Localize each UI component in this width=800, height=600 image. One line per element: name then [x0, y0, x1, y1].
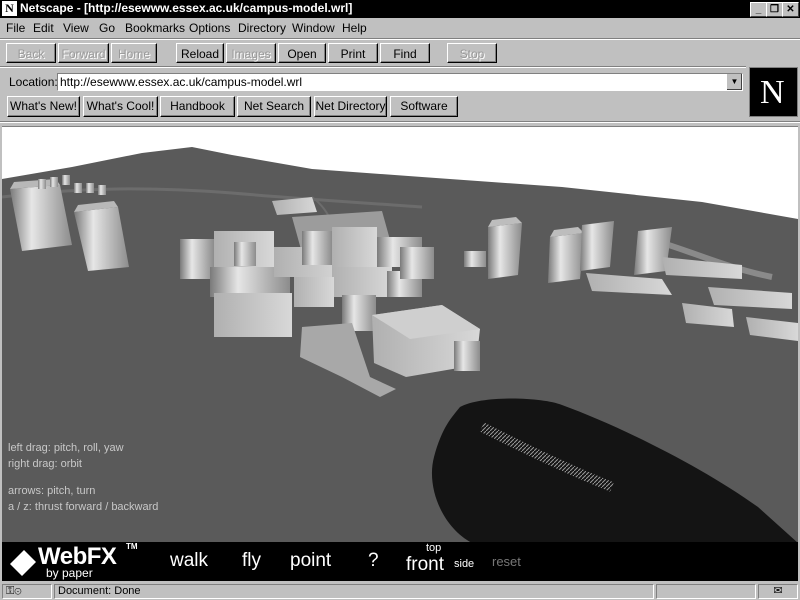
back-button[interactable]: Back: [6, 43, 56, 63]
webfx-by: by paper: [46, 566, 93, 580]
webfx-control-bar: WebFX TM by paper walk fly point ? top f…: [2, 542, 798, 581]
images-button[interactable]: Images: [226, 43, 276, 63]
minimize-icon[interactable]: _: [750, 2, 767, 17]
net-directory-button[interactable]: Net Directory: [314, 96, 387, 117]
menu-bookmarks[interactable]: Bookmarks: [125, 21, 185, 35]
vrml-viewport[interactable]: left drag: pitch, roll, yaw right drag: …: [2, 126, 798, 543]
webfx-logo-icon: [10, 550, 36, 576]
reload-button[interactable]: Reload: [176, 43, 224, 63]
building-tower: [580, 221, 614, 271]
menu-go[interactable]: Go: [99, 21, 115, 35]
print-button[interactable]: Print: [328, 43, 378, 63]
netscape-logo-letter: N: [760, 74, 785, 111]
help-text: arrows: pitch, turn: [8, 485, 96, 497]
location-label: Location:: [9, 75, 58, 89]
menu-help[interactable]: Help: [342, 21, 367, 35]
webfx-tm: TM: [126, 542, 138, 551]
menu-file[interactable]: File: [6, 21, 25, 35]
divider: [0, 121, 800, 123]
forward-button[interactable]: Forward: [58, 43, 109, 63]
handbook-button[interactable]: Handbook: [160, 96, 235, 117]
top-view-button[interactable]: top: [426, 542, 441, 554]
location-input[interactable]: [60, 75, 720, 89]
security-key-icon[interactable]: ⚿⊙: [2, 584, 52, 599]
walk-button[interactable]: walk: [170, 550, 208, 572]
software-button[interactable]: Software: [390, 96, 458, 117]
menu-edit[interactable]: Edit: [33, 21, 54, 35]
find-button[interactable]: Find: [380, 43, 430, 63]
title-bar[interactable]: N Netscape - [http://esewww.essex.ac.uk/…: [0, 0, 800, 18]
front-view-button[interactable]: front: [406, 554, 444, 576]
net-search-button[interactable]: Net Search: [237, 96, 311, 117]
open-button[interactable]: Open: [278, 43, 326, 63]
fly-button[interactable]: fly: [242, 550, 261, 572]
stop-button[interactable]: Stop: [447, 43, 497, 63]
building-small: [464, 251, 486, 267]
help-text: left drag: pitch, roll, yaw: [8, 442, 124, 454]
divider: [0, 38, 800, 40]
location-field[interactable]: ▼: [57, 73, 743, 91]
netscape-icon[interactable]: N: [2, 1, 17, 16]
whats-cool-button[interactable]: What's Cool!: [83, 96, 158, 117]
mail-icon[interactable]: ✉: [758, 584, 798, 599]
menu-bar: File Edit View Go Bookmarks Options Dire…: [0, 18, 800, 38]
whats-new-button[interactable]: What's New!: [7, 96, 80, 117]
chevron-down-icon[interactable]: ▼: [726, 74, 742, 90]
help-button[interactable]: ?: [368, 550, 379, 572]
building-tower: [488, 217, 522, 279]
help-text: a / z: thrust forward / backward: [8, 501, 159, 513]
menu-view[interactable]: View: [63, 21, 89, 35]
restore-icon[interactable]: ❐: [766, 2, 783, 17]
progress-pane: [656, 584, 756, 599]
status-bar: ⚿⊙ Document: Done ✉: [0, 582, 800, 600]
side-view-button[interactable]: side: [454, 558, 474, 570]
netscape-logo[interactable]: N: [749, 67, 798, 117]
menu-options[interactable]: Options: [189, 21, 230, 35]
point-button[interactable]: point: [290, 550, 331, 572]
close-icon[interactable]: ✕: [782, 2, 799, 17]
divider: [0, 66, 746, 68]
help-text: right drag: orbit: [8, 458, 82, 470]
menu-window[interactable]: Window: [292, 21, 335, 35]
reset-button[interactable]: reset: [492, 554, 521, 569]
status-text: Document: Done: [54, 584, 654, 599]
home-button[interactable]: Home: [111, 43, 157, 63]
building-tower: [548, 227, 584, 283]
campus-scene[interactable]: [2, 127, 798, 543]
menu-directory[interactable]: Directory: [238, 21, 286, 35]
window-title: Netscape - [http://esewww.essex.ac.uk/ca…: [20, 1, 353, 15]
